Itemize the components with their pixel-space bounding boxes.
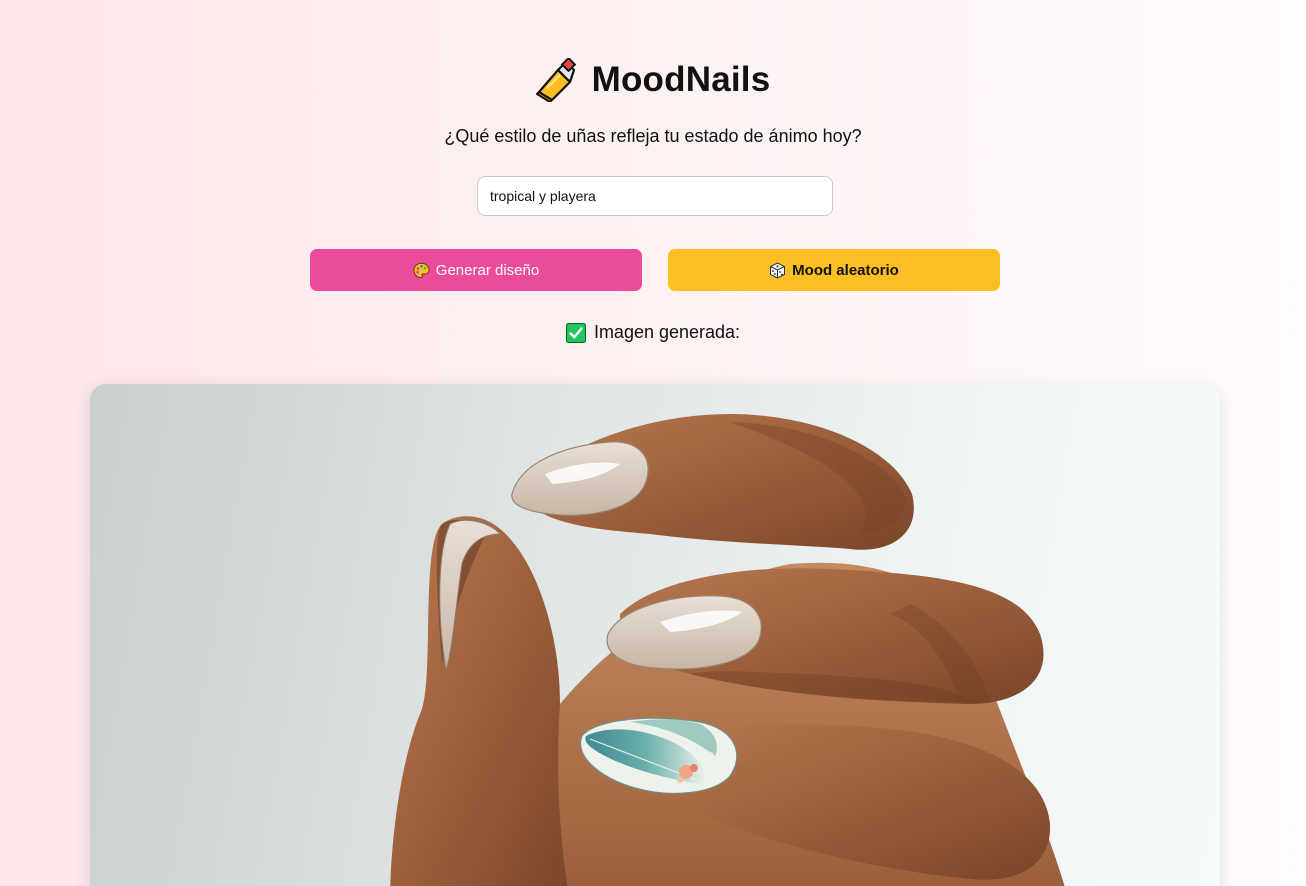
app-title: MoodNails [591,60,771,99]
random-mood-button[interactable]: Mood aleatorio [668,249,1000,291]
mood-input[interactable] [477,176,833,216]
generation-status: Imagen generada: [0,322,1306,343]
palette-icon [413,262,430,279]
dice-icon [769,261,786,279]
generate-design-button[interactable]: Generar diseño [310,249,642,291]
status-text: Imagen generada: [593,322,741,342]
random-mood-label: Mood aleatorio [792,261,899,279]
app-header: MoodNails [0,56,1306,103]
nail-polish-icon [535,56,578,103]
generate-design-label: Generar diseño [435,261,540,279]
check-mark-icon [565,322,586,343]
generated-nail-image [90,384,1220,886]
mood-question: ¿Qué estilo de uñas refleja tu estado de… [444,126,862,146]
